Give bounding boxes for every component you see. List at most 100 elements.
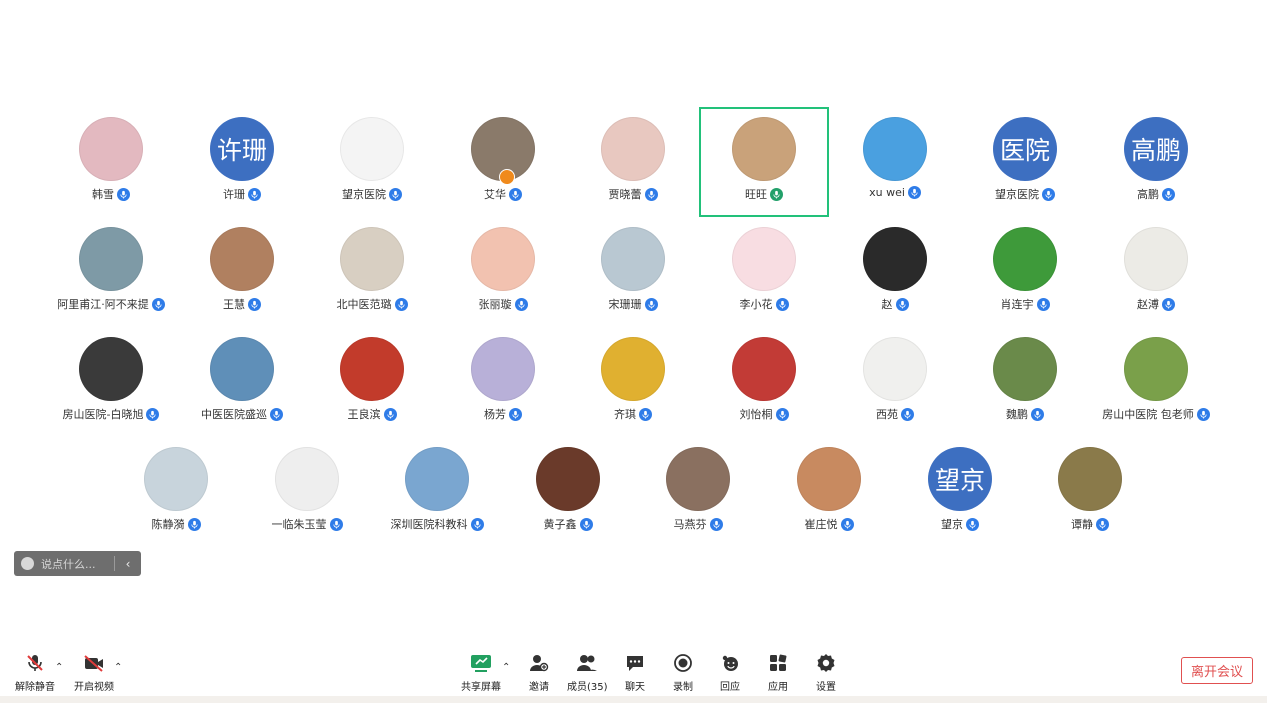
mic-icon <box>901 407 914 421</box>
participant-tile[interactable]: 望京 望京 <box>895 437 1025 547</box>
participant-name: 望京 <box>941 518 963 531</box>
participant-name: 宋珊珊 <box>608 298 642 311</box>
participant-name: 张丽璇 <box>478 298 512 311</box>
participant-name-row: 望京医院 <box>309 186 435 202</box>
chat-input[interactable]: 说点什么... ‹ <box>14 551 141 576</box>
participant-name-row: 阿里甫江·阿不来提 <box>48 296 174 312</box>
avatar <box>993 227 1057 291</box>
participant-tile[interactable]: 崔庄悦 <box>764 437 894 547</box>
members-button[interactable]: 成员(35) <box>567 652 608 693</box>
avatar: 望京 <box>928 447 992 511</box>
participant-tile[interactable]: 李小花 <box>699 217 829 327</box>
start-video-button[interactable]: 开启视频 <box>74 652 114 693</box>
participant-tile[interactable]: 赵 <box>830 217 960 327</box>
participant-tile[interactable]: 韩雪 <box>46 107 176 217</box>
chevron-left-icon[interactable]: ‹ <box>115 557 141 571</box>
participant-tile[interactable]: 艾华 <box>438 107 568 217</box>
participant-tile[interactable]: 马燕芬 <box>633 437 763 547</box>
participant-name-row: 艾华 <box>440 186 566 202</box>
mic-icon <box>514 297 528 311</box>
mic-icon <box>775 407 789 421</box>
leave-meeting-button[interactable]: 离开会议 <box>1181 657 1253 684</box>
chevron-up-icon[interactable]: ⌃ <box>55 662 63 673</box>
participant-tile[interactable]: 陈静漪 <box>111 437 241 547</box>
emoji-icon[interactable] <box>21 557 34 570</box>
record-button[interactable]: 录制 <box>672 652 694 693</box>
participant-name-row: 刘怡桐 <box>701 406 827 422</box>
avatar <box>340 117 404 181</box>
participant-tile[interactable]: 一临朱玉莹 <box>242 437 372 547</box>
participant-tile[interactable]: 魏鹏 <box>960 327 1090 437</box>
participant-tile[interactable]: 谭静 <box>1025 437 1155 547</box>
avatar <box>471 337 535 401</box>
mic-icon <box>509 407 522 421</box>
participant-name-row: 韩雪 <box>48 186 174 202</box>
reaction-button[interactable]: 回应 <box>719 652 741 693</box>
avatar <box>144 447 208 511</box>
mic-icon <box>270 407 283 421</box>
participant-name: 齐琪 <box>614 408 636 421</box>
avatar <box>993 337 1057 401</box>
participant-tile[interactable]: 肖连宇 <box>960 217 1090 327</box>
participant-tile[interactable]: 中医医院盛巡 <box>177 327 307 437</box>
participant-tile[interactable]: 房山中医院 包老师 <box>1091 327 1221 437</box>
chevron-up-icon[interactable]: ⌃ <box>114 662 122 673</box>
invite-button[interactable]: 邀请 <box>528 652 550 693</box>
participant-tile[interactable]: 西苑 <box>830 327 960 437</box>
participant-tile[interactable]: 刘怡桐 <box>699 327 829 437</box>
participant-tile[interactable]: 赵溥 <box>1091 217 1221 327</box>
participant-tile[interactable]: 高鹏 高鹏 <box>1091 107 1221 217</box>
mic-icon <box>1042 187 1055 201</box>
participant-tile[interactable]: 望京医院 <box>307 107 437 217</box>
participant-name-row: 中医医院盛巡 <box>179 406 305 422</box>
participant-name-row: 北中医范璐 <box>309 296 435 312</box>
participant-tile[interactable]: 齐琪 <box>568 327 698 437</box>
participant-tile[interactable]: 黄子鑫 <box>503 437 633 547</box>
participant-name-row: 陈静漪 <box>113 516 239 532</box>
apps-button[interactable]: 应用 <box>767 652 789 693</box>
participant-name: 王慧 <box>223 298 245 311</box>
participant-tile[interactable]: 深圳医院科教科 <box>372 437 502 547</box>
avatar <box>405 447 469 511</box>
participant-tile[interactable]: 贾晓蕾 <box>568 107 698 217</box>
avatar <box>210 227 274 291</box>
mic-icon <box>248 297 261 311</box>
share-screen-button[interactable]: 共享屏幕 <box>461 652 501 693</box>
mic-icon <box>1036 297 1050 311</box>
avatar <box>1124 337 1188 401</box>
avatar <box>797 447 861 511</box>
chevron-up-icon[interactable]: ⌃ <box>502 662 510 673</box>
avatar <box>471 227 535 291</box>
participant-tile[interactable]: 北中医范璐 <box>307 217 437 327</box>
participant-tile[interactable]: 宋珊珊 <box>568 217 698 327</box>
unmute-button[interactable]: 解除静音 <box>15 652 55 693</box>
avatar <box>1058 447 1122 511</box>
participant-tile[interactable]: 医院 望京医院 <box>960 107 1090 217</box>
video-off-icon <box>83 652 105 674</box>
participant-tile[interactable]: 许珊 许珊 <box>177 107 307 217</box>
participant-tile[interactable]: 张丽璇 <box>438 217 568 327</box>
participant-name-row: 西苑 <box>832 406 958 422</box>
participant-name: 一临朱玉莹 <box>271 518 327 531</box>
mic-icon <box>639 407 652 421</box>
participant-name-row: 高鹏 <box>1093 186 1219 202</box>
participant-tile[interactable]: 旺旺 <box>699 107 829 217</box>
participant-name-row: 房山医院-白晓旭 <box>48 406 174 422</box>
participant-tile[interactable]: 王良滨 <box>307 327 437 437</box>
participant-tile[interactable]: 杨芳 <box>438 327 568 437</box>
mic-icon <box>907 186 921 199</box>
participant-tile[interactable]: 阿里甫江·阿不来提 <box>46 217 176 327</box>
participant-name: 陈静漪 <box>151 518 185 531</box>
chat-button[interactable]: 聊天 <box>624 652 646 693</box>
participant-name: 望京医院 <box>995 188 1039 201</box>
mic-icon <box>1162 187 1175 201</box>
participant-tile[interactable]: xu wei <box>830 107 960 217</box>
participant-tile[interactable]: 房山医院-白晓旭 <box>46 327 176 437</box>
participant-name: 北中医范璐 <box>336 298 392 311</box>
settings-button[interactable]: 设置 <box>815 652 837 693</box>
participant-name-row: 旺旺 <box>701 186 827 202</box>
mic-icon <box>146 407 160 421</box>
avatar <box>601 337 665 401</box>
participant-name-row: 王慧 <box>179 296 305 312</box>
participant-tile[interactable]: 王慧 <box>177 217 307 327</box>
